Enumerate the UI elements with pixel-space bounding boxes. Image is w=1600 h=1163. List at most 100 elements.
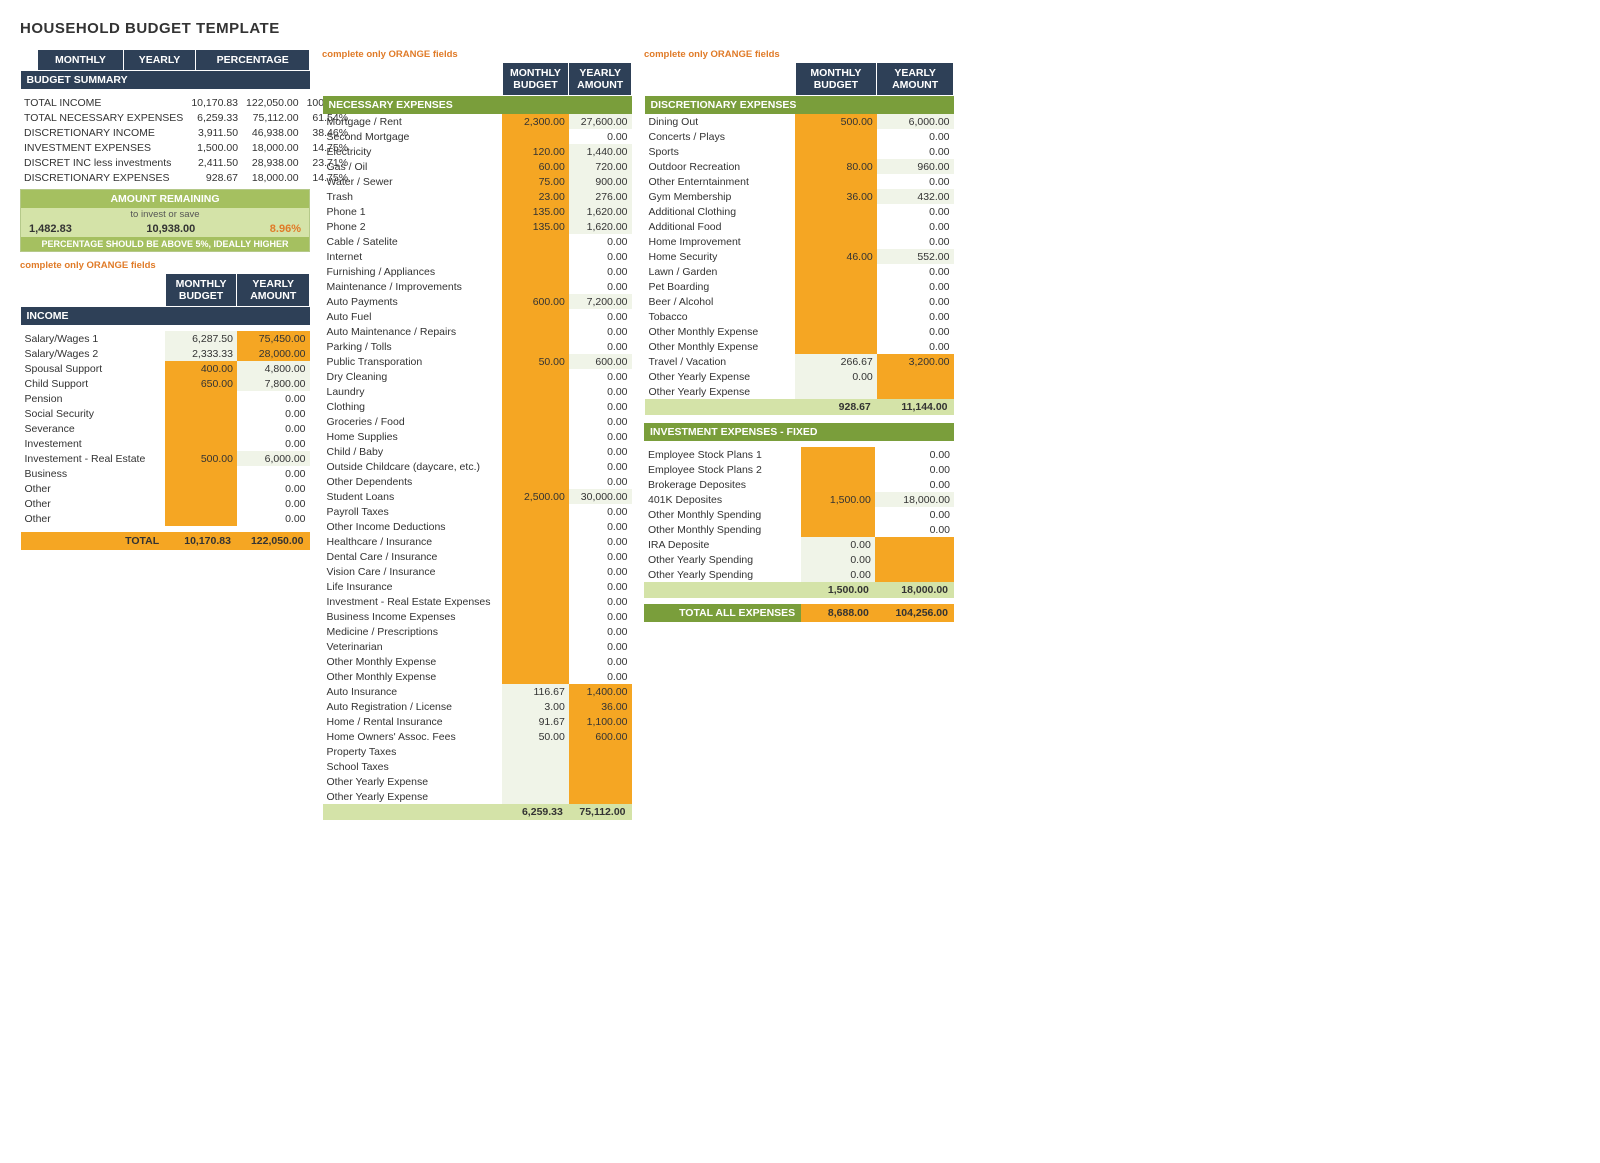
column-3: complete only ORANGE fields MONTHLYBUDGE…: [644, 49, 954, 622]
nec-row-drycleaning: Dry Cleaning 0.00: [323, 369, 632, 384]
income-row-salary2: Salary/Wages 2 2,333.33 28,000.00: [21, 346, 310, 361]
disc-row-beer: Beer / Alcohol 0.00: [645, 294, 954, 309]
nec-row-water: Water / Sewer 75.00 900.00: [323, 174, 632, 189]
total-all-expenses-monthly: 8,688.00: [801, 604, 875, 622]
total-all-expenses-label: TOTAL ALL EXPENSES: [644, 604, 801, 622]
nec-row-student: Student Loans 2,500.00 30,000.00: [323, 489, 632, 504]
disc-row-gym: Gym Membership 36.00 432.00: [645, 189, 954, 204]
invest-title: INVESTMENT EXPENSES - FIXED: [644, 423, 954, 441]
nec-subtotal-yearly: 75,112.00: [569, 804, 632, 820]
summary-label-header: [21, 50, 38, 71]
summary-nec-label: TOTAL NECESSARY EXPENSES: [20, 110, 187, 125]
nec-row-gas: Gas / Oil 60.00 720.00: [323, 159, 632, 174]
budget-summary-table: MONTHLY YEARLY PERCENTAGE BUDGET SUMMARY: [20, 49, 310, 95]
invest-row-esp1: Employee Stock Plans 1 0.00: [644, 447, 954, 462]
disc-row-other-ent: Other Enterntainment 0.00: [645, 174, 954, 189]
nec-row-prop-tax: Property Taxes: [323, 744, 632, 759]
nec-row-maint: Maintenance / Improvements 0.00: [323, 279, 632, 294]
disc-table: MONTHLYBUDGET YEARLYAMOUNT DISCRETIONARY…: [644, 62, 954, 415]
income-monthly-header: MONTHLYBUDGET: [165, 274, 237, 307]
main-layout: MONTHLY YEARLY PERCENTAGE BUDGET SUMMARY…: [20, 49, 1580, 820]
income-row-business: Business 0.00: [21, 466, 310, 481]
nec-row-cable: Cable / Satelite 0.00: [323, 234, 632, 249]
nec-row-childcare: Outside Childcare (daycare, etc.) 0.00: [323, 459, 632, 474]
disc-row-dining: Dining Out 500.00 6,000.00: [645, 114, 954, 129]
summary-income-label: TOTAL INCOME: [20, 95, 187, 110]
income-total-yearly: 122,050.00: [237, 532, 310, 550]
income-total-label: TOTAL: [21, 532, 166, 550]
nec-row-income-ded: Other Income Deductions 0.00: [323, 519, 632, 534]
nec-row-auto: Auto Payments 600.00 7,200.00: [323, 294, 632, 309]
nec-row-vet: Veterinarian 0.00: [323, 639, 632, 654]
nec-row-phone1: Phone 1 135.00 1,620.00: [323, 204, 632, 219]
nec-subtotal-row: 6,259.33 75,112.00: [323, 804, 632, 820]
nec-row-dental: Dental Care / Insurance 0.00: [323, 549, 632, 564]
nec-row-other-monthly1: Other Monthly Expense 0.00: [323, 654, 632, 669]
nec-row-laundry: Laundry 0.00: [323, 384, 632, 399]
nec-row-groceries: Groceries / Food 0.00: [323, 414, 632, 429]
disc-row-lawn: Lawn / Garden 0.00: [645, 264, 954, 279]
nec-row-home-ins: Home / Rental Insurance 91.67 1,100.00: [323, 714, 632, 729]
invest-row-other-monthly1: Other Monthly Spending 0.00: [644, 507, 954, 522]
remaining-sub: to invest or save: [21, 208, 309, 221]
disc-orange-note: complete only ORANGE fields: [644, 49, 954, 60]
page-title: HOUSEHOLD BUDGET TEMPLATE: [20, 20, 1580, 37]
income-row-pension: Pension 0.00: [21, 391, 310, 406]
income-row-other3: Other 0.00: [21, 511, 310, 526]
nec-row-transit: Public Transporation 50.00 600.00: [323, 354, 632, 369]
nec-row-other-yearly1: Other Yearly Expense: [323, 774, 632, 789]
summary-yearly-header: YEARLY: [123, 50, 196, 71]
income-title: INCOME: [21, 307, 310, 326]
nec-row-parking: Parking / Tolls 0.00: [323, 339, 632, 354]
income-total-monthly: 10,170.83: [165, 532, 237, 550]
nec-row-payroll: Payroll Taxes 0.00: [323, 504, 632, 519]
summary-row-disc-exp: DISCRETIONARY EXPENSES 928.67 18,000.00 …: [20, 170, 352, 185]
budget-summary-title: BUDGET SUMMARY: [21, 71, 310, 90]
income-row-invest: Investement 0.00: [21, 436, 310, 451]
nec-row-vision: Vision Care / Insurance 0.00: [323, 564, 632, 579]
disc-row-security: Home Security 46.00 552.00: [645, 249, 954, 264]
total-all-expenses-yearly: 104,256.00: [875, 604, 954, 622]
nec-row-other-monthly2: Other Monthly Expense 0.00: [323, 669, 632, 684]
nec-row-furnishing: Furnishing / Appliances 0.00: [323, 264, 632, 279]
disc-subtotal-monthly: 928.67: [795, 399, 877, 415]
disc-row-sports: Sports 0.00: [645, 144, 954, 159]
income-row-severance: Severance 0.00: [21, 421, 310, 436]
income-row-invest-real: Investement - Real Estate 500.00 6,000.0…: [21, 451, 310, 466]
nec-title: NECESSARY EXPENSES: [323, 96, 632, 115]
income-row-child-support: Child Support 650.00 7,800.00: [21, 376, 310, 391]
disc-row-outdoor: Outdoor Recreation 80.00 960.00: [645, 159, 954, 174]
investment-section: INVESTMENT EXPENSES - FIXED Employee Sto…: [644, 423, 954, 622]
summary-monthly-header: MONTHLY: [38, 50, 123, 71]
nec-row-biz-exp: Business Income Expenses 0.00: [323, 609, 632, 624]
nec-row-health: Healthcare / Insurance 0.00: [323, 534, 632, 549]
nec-row-mortgage2: Second Mortgage 0.00: [323, 129, 632, 144]
invest-table: INVESTMENT EXPENSES - FIXED Employee Sto…: [644, 423, 954, 622]
disc-yearly-header: YEARLYAMOUNT: [877, 63, 954, 96]
disc-row-home-imp: Home Improvement 0.00: [645, 234, 954, 249]
nec-row-internet: Internet 0.00: [323, 249, 632, 264]
nec-row-autofuel: Auto Fuel 0.00: [323, 309, 632, 324]
income-row-salary1: Salary/Wages 1 6,287.50 75,450.00: [21, 331, 310, 346]
nec-row-child-baby: Child / Baby 0.00: [323, 444, 632, 459]
invest-row-other-yearly1: Other Yearly Spending 0.00: [644, 552, 954, 567]
invest-subtotal-row: 1,500.00 18,000.00: [644, 582, 954, 598]
summary-income-yearly: 122,050.00: [242, 95, 303, 110]
nec-row-trash: Trash 23.00 276.00: [323, 189, 632, 204]
summary-row-invest: INVESTMENT EXPENSES 1,500.00 18,000.00 1…: [20, 140, 352, 155]
invest-row-ira: IRA Deposite 0.00: [644, 537, 954, 552]
disc-title: DISCRETIONARY EXPENSES: [645, 96, 954, 115]
disc-row-other-yearly2: Other Yearly Expense: [645, 384, 954, 399]
summary-income-monthly: 10,170.83: [187, 95, 242, 110]
nec-row-other-yearly2: Other Yearly Expense: [323, 789, 632, 804]
income-orange-highlight: ORANGE: [87, 260, 129, 271]
income-section: complete only ORANGE fields MONTHLYBUDGE…: [20, 260, 310, 550]
invest-row-esp2: Employee Stock Plans 2 0.00: [644, 462, 954, 477]
nec-row-dependents: Other Dependents 0.00: [323, 474, 632, 489]
nec-row-home-supplies: Home Supplies 0.00: [323, 429, 632, 444]
income-orange-note: complete only ORANGE fields: [20, 260, 310, 271]
disc-row-other-monthly2: Other Monthly Expense 0.00: [645, 339, 954, 354]
disc-orange-highlight: ORANGE: [711, 49, 753, 60]
column-2: complete only ORANGE fields MONTHLYBUDGE…: [322, 49, 632, 820]
summary-rows-table: TOTAL INCOME 10,170.83 122,050.00 100.00…: [20, 95, 352, 185]
